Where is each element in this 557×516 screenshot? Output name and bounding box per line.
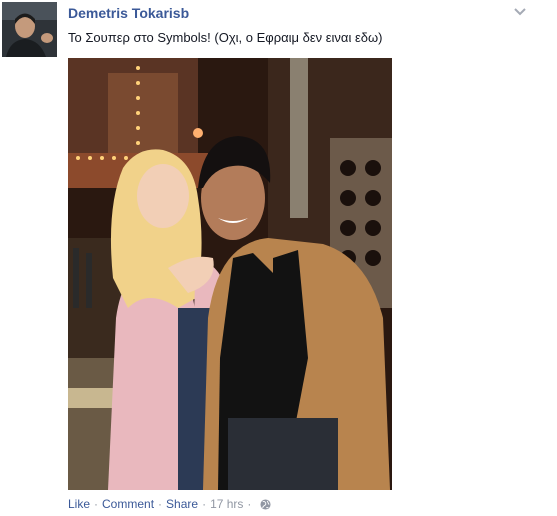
- post-message: Το Σουπερ στο Symbols! (Οχι, ο Εφραιμ δε…: [68, 30, 383, 45]
- share-link[interactable]: Share: [166, 497, 198, 511]
- separator: ·: [202, 497, 207, 511]
- globe-icon[interactable]: [260, 498, 271, 510]
- post-photo[interactable]: [68, 58, 392, 490]
- post-actions: Like · Comment · Share · 17 hrs ·: [68, 497, 271, 511]
- author-avatar[interactable]: [2, 2, 57, 57]
- chevron-down-icon[interactable]: [512, 6, 528, 18]
- feed-post: Demetris Tokarisb Το Σουπερ στο Symbols!…: [0, 0, 557, 516]
- separator: ·: [158, 497, 163, 511]
- post-timestamp[interactable]: 17 hrs: [210, 497, 243, 511]
- separator: ·: [94, 497, 99, 511]
- like-link[interactable]: Like: [68, 497, 90, 511]
- comment-link[interactable]: Comment: [102, 497, 154, 511]
- author-name-link[interactable]: Demetris Tokarisb: [68, 5, 189, 21]
- separator: ·: [247, 497, 252, 511]
